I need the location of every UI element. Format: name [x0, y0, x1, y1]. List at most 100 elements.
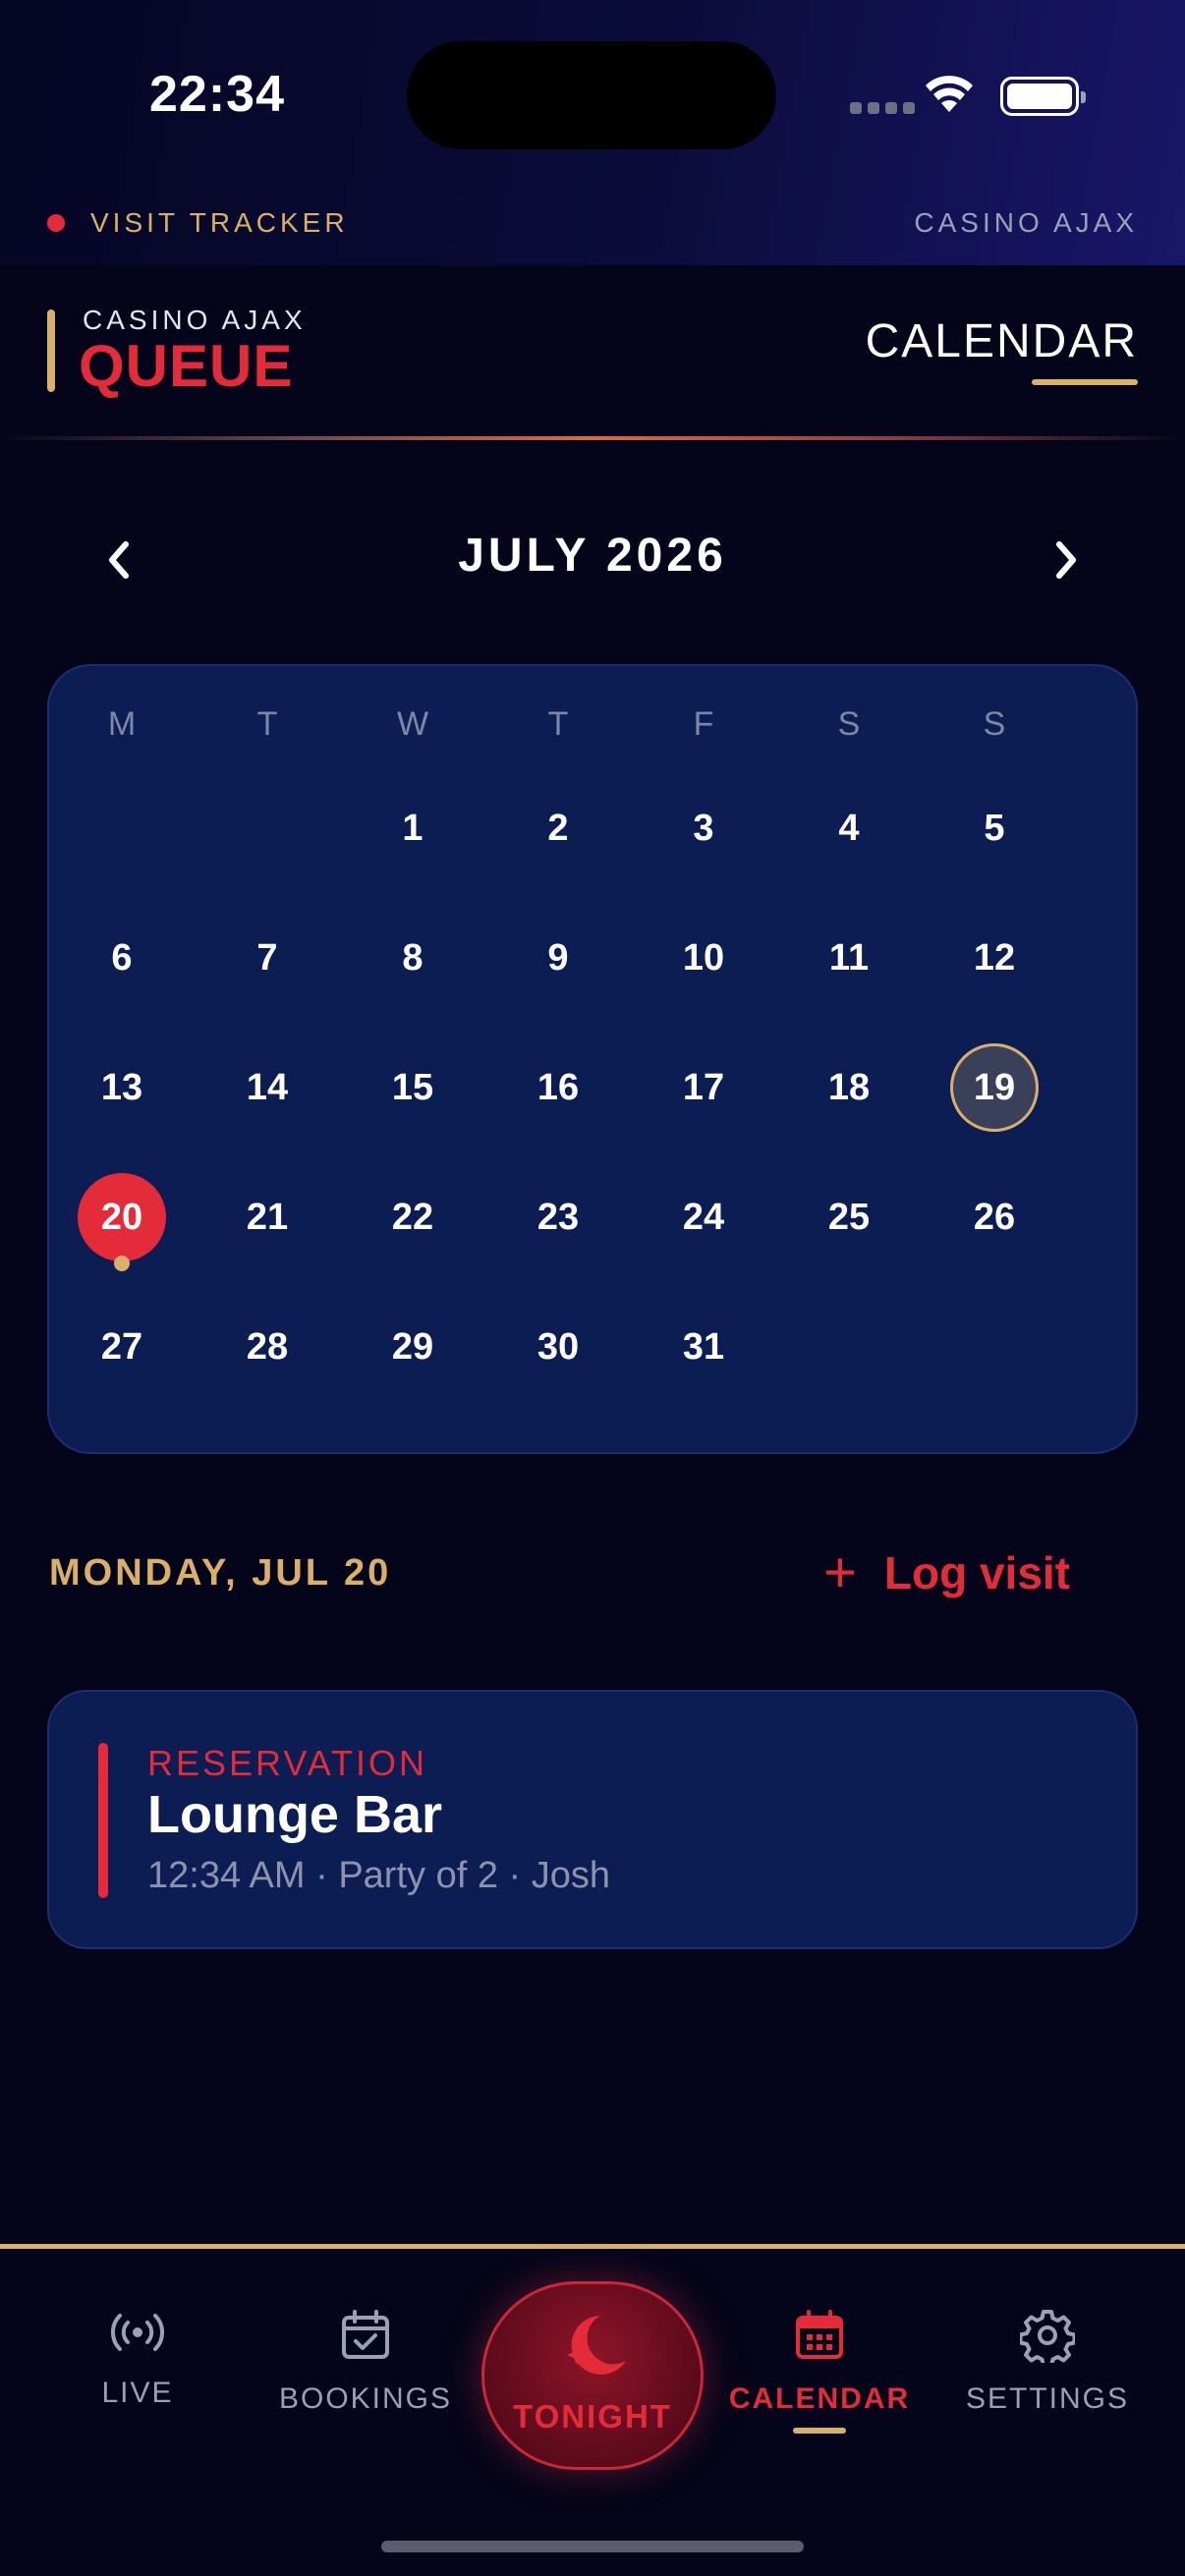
calendar-day[interactable]: 10	[631, 914, 776, 1002]
calendar-day-number: 20	[78, 1173, 166, 1261]
tab-calendar[interactable]: CALENDAR	[698, 2276, 928, 2445]
calendar-day[interactable]: 6	[49, 914, 195, 1002]
cellular-signal-icon	[850, 102, 915, 114]
calendar-icon	[796, 2310, 843, 2359]
calendar-day[interactable]: 11	[776, 914, 922, 1002]
weekday-header: S	[983, 705, 1006, 743]
calendar-day[interactable]: 25	[776, 1173, 922, 1261]
log-visit-button[interactable]: + Log visit	[823, 1539, 1070, 1607]
calendar-day-number: 22	[391, 1196, 434, 1238]
tracker-label: VISIT TRACKER	[90, 207, 349, 238]
reservation-details: 12:34 AM · Party of 2 · Josh	[147, 1855, 610, 1896]
calendar-day-number: 17	[682, 1066, 725, 1108]
calendar-day[interactable]: 17	[631, 1043, 776, 1132]
tab-active-underline	[793, 2428, 846, 2434]
calendar-day[interactable]: 12	[922, 914, 1067, 1002]
reservation-card[interactable]: RESERVATION Lounge Bar 12:34 AM · Party …	[47, 1690, 1138, 1949]
calendar-day-number: 3	[693, 807, 714, 849]
calendar-day[interactable]: 3	[631, 784, 776, 872]
calendar-day[interactable]: 26	[922, 1173, 1067, 1261]
weekday-header: T	[547, 705, 569, 743]
battery-icon	[1000, 77, 1086, 116]
calendar-day-number: 4	[838, 807, 860, 849]
calendar-day-number: 21	[246, 1196, 289, 1238]
calendar-day-number: 2	[547, 807, 569, 849]
calendar-day-number: 5	[984, 807, 1005, 849]
tab-live[interactable]: LIVE	[29, 2308, 246, 2410]
calendar-day[interactable]: 31	[631, 1303, 776, 1391]
calendar-day[interactable]: 24	[631, 1173, 776, 1261]
calendar-day-selected[interactable]: 20	[49, 1173, 195, 1271]
calendar-day-number: 6	[111, 936, 133, 979]
calendar-check-icon	[342, 2310, 389, 2359]
calendar-day-number: 15	[391, 1066, 434, 1108]
calendar-day[interactable]: 7	[195, 914, 340, 1002]
brand-accent-bar	[47, 309, 55, 392]
weekday-header: T	[256, 705, 278, 743]
tab-settings[interactable]: SETTINGS	[939, 2308, 1156, 2416]
weekday-header: W	[396, 705, 429, 743]
calendar-day[interactable]: 15	[340, 1043, 485, 1132]
selected-date-label: MONDAY, JUL 20	[49, 1552, 392, 1594]
weekday-header: F	[693, 705, 714, 743]
calendar-day[interactable]: 21	[195, 1173, 340, 1261]
status-bar: 22:34 VISIT TRACKER CASINO AJAX	[0, 0, 1185, 265]
calendar-day-number: 29	[391, 1325, 434, 1368]
calendar-day[interactable]: 1	[340, 784, 485, 872]
calendar-day-number: 23	[536, 1196, 580, 1238]
calendar-day[interactable]: 14	[195, 1043, 340, 1132]
calendar-day-number: 16	[536, 1066, 580, 1108]
tracker-venue: CASINO AJAX	[914, 207, 1138, 238]
calendar-day[interactable]: 2	[485, 784, 631, 872]
calendar-day-number: 11	[828, 936, 870, 979]
tab-tonight[interactable]: TONIGHT	[481, 2281, 704, 2470]
home-indicator	[381, 2541, 804, 2552]
tab-bookings[interactable]: BOOKINGS	[257, 2308, 474, 2416]
visit-tracker-bar: VISIT TRACKER CASINO AJAX	[0, 192, 1185, 262]
wifi-icon	[926, 76, 973, 112]
tab-bar: LIVE BOOKINGS TONIGHT CALENDAR SETTINGS	[0, 2244, 1185, 2576]
gear-icon	[1020, 2310, 1075, 2363]
calendar-day-number: 12	[973, 936, 1016, 979]
calendar-day-number: 25	[827, 1196, 871, 1238]
calendar-day[interactable]: 30	[485, 1303, 631, 1391]
calendar-day-number: 19	[950, 1043, 1039, 1132]
calendar-day[interactable]: 29	[340, 1303, 485, 1391]
weekday-header: M	[107, 705, 137, 743]
calendar-day-number: 10	[682, 936, 725, 979]
moon-icon	[567, 2316, 626, 2375]
calendar-day[interactable]: 27	[49, 1303, 195, 1391]
calendar-day[interactable]: 23	[485, 1173, 631, 1261]
calendar-day-number: 13	[100, 1066, 143, 1108]
calendar-day-number: 30	[536, 1325, 580, 1368]
calendar-day-number: 28	[246, 1325, 289, 1368]
tab-settings-label: SETTINGS	[965, 2382, 1129, 2415]
calendar-day-number: 31	[682, 1325, 725, 1368]
log-visit-label: Log visit	[883, 1547, 1070, 1598]
calendar-grid: M T W T F S S 1 2 3 4 5 6 7 8 9 10 11 12 13 14 15 16 17 18 19 20 21…	[47, 664, 1138, 1454]
calendar-day-today[interactable]: 19	[922, 1043, 1067, 1132]
calendar-day[interactable]: 5	[922, 784, 1067, 872]
visit-marker-dot	[114, 1256, 130, 1271]
calendar-day-number: 14	[246, 1066, 289, 1108]
calendar-day[interactable]: 16	[485, 1043, 631, 1132]
calendar-day[interactable]: 22	[340, 1173, 485, 1261]
calendar-day-number: 9	[547, 936, 569, 979]
calendar-day-number: 27	[100, 1325, 143, 1368]
header-divider	[0, 436, 1185, 440]
calendar-day[interactable]: 8	[340, 914, 485, 1002]
plus-icon: +	[823, 1540, 857, 1604]
calendar-day[interactable]: 4	[776, 784, 922, 872]
tab-tonight-label: TONIGHT	[513, 2398, 672, 2435]
reservation-title: Lounge Bar	[147, 1785, 443, 1844]
reservation-accent-bar	[98, 1743, 108, 1898]
weekday-header: S	[837, 705, 861, 743]
calendar-day[interactable]: 9	[485, 914, 631, 1002]
page-title-underline	[1032, 379, 1138, 385]
chevron-right-icon	[1056, 541, 1076, 579]
calendar-day[interactable]: 13	[49, 1043, 195, 1132]
calendar-day[interactable]: 28	[195, 1303, 340, 1391]
next-month-button[interactable]	[1042, 531, 1091, 589]
calendar-day[interactable]: 18	[776, 1043, 922, 1132]
dynamic-island	[407, 41, 776, 149]
